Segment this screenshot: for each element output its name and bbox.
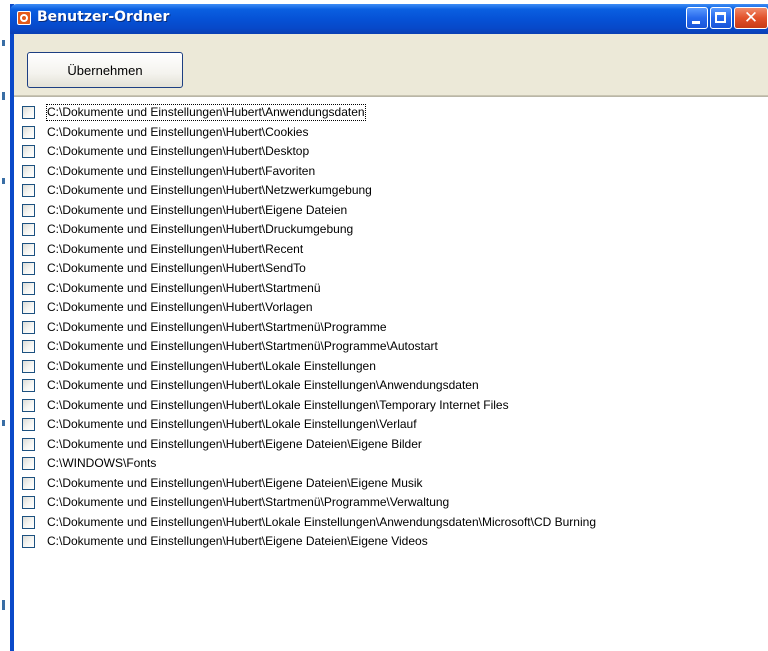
folder-checkbox[interactable] bbox=[22, 496, 35, 509]
folder-path-label: C:\Dokumente und Einstellungen\Hubert\Fa… bbox=[47, 163, 316, 178]
folder-checkbox[interactable] bbox=[22, 184, 35, 197]
folder-path-label: C:\Dokumente und Einstellungen\Hubert\Lo… bbox=[47, 397, 509, 412]
list-item[interactable]: C:\Dokumente und Einstellungen\Hubert\Ei… bbox=[14, 201, 768, 221]
list-item[interactable]: C:\Dokumente und Einstellungen\Hubert\Lo… bbox=[14, 415, 768, 435]
folder-checkbox[interactable] bbox=[22, 418, 35, 431]
desktop-edge-mark bbox=[2, 92, 5, 100]
list-item[interactable]: C:\Dokumente und Einstellungen\Hubert\Lo… bbox=[14, 513, 768, 533]
desktop-edge-mark bbox=[2, 178, 5, 184]
folder-checkbox[interactable] bbox=[22, 262, 35, 275]
folder-path-label: C:\Dokumente und Einstellungen\Hubert\St… bbox=[47, 319, 387, 334]
list-item[interactable]: C:\Dokumente und Einstellungen\Hubert\Vo… bbox=[14, 298, 768, 318]
folder-checkbox[interactable] bbox=[22, 476, 35, 490]
user-folders-window: Benutzer-Ordner ✕ Übernehmen C:\Dokument… bbox=[10, 4, 768, 651]
folder-path-label: C:\Dokumente und Einstellungen\Hubert\Co… bbox=[47, 124, 309, 139]
folder-path-label: C:\Dokumente und Einstellungen\Hubert\Ei… bbox=[47, 436, 422, 451]
folder-path-label: C:\Dokumente und Einstellungen\Hubert\Lo… bbox=[47, 417, 417, 431]
title-bar[interactable]: Benutzer-Ordner ✕ bbox=[10, 4, 768, 34]
folder-checkbox[interactable] bbox=[22, 223, 35, 236]
folder-path-label: C:\Dokumente und Einstellungen\Hubert\Re… bbox=[47, 241, 304, 256]
list-item[interactable]: C:\Dokumente und Einstellungen\Hubert\Se… bbox=[14, 259, 768, 279]
folder-checklist[interactable]: C:\Dokumente und Einstellungen\Hubert\An… bbox=[14, 96, 768, 651]
folder-checkbox[interactable] bbox=[22, 379, 35, 392]
folder-checkbox[interactable] bbox=[22, 203, 35, 217]
folder-checkbox[interactable] bbox=[22, 398, 35, 412]
folder-checkbox[interactable] bbox=[22, 515, 35, 529]
folder-path-label: C:\Dokumente und Einstellungen\Hubert\Ei… bbox=[47, 534, 428, 548]
close-button[interactable]: ✕ bbox=[734, 7, 768, 29]
desktop-edge-mark bbox=[2, 420, 5, 426]
app-icon[interactable] bbox=[17, 11, 31, 25]
folder-path-label: C:\Dokumente und Einstellungen\Hubert\Vo… bbox=[47, 300, 313, 314]
list-item[interactable]: C:\Dokumente und Einstellungen\Hubert\De… bbox=[14, 142, 768, 162]
folder-path-label: C:\Dokumente und Einstellungen\Hubert\St… bbox=[47, 495, 450, 509]
folder-path-label: C:\Dokumente und Einstellungen\Hubert\Lo… bbox=[47, 358, 376, 373]
desktop-background bbox=[0, 0, 10, 651]
list-item[interactable]: C:\WINDOWS\Fonts bbox=[14, 454, 768, 474]
folder-checkbox[interactable] bbox=[22, 281, 35, 295]
apply-button[interactable]: Übernehmen bbox=[27, 52, 183, 88]
toolbar: Übernehmen bbox=[14, 34, 768, 96]
list-item[interactable]: C:\Dokumente und Einstellungen\Hubert\St… bbox=[14, 337, 768, 357]
close-icon: ✕ bbox=[743, 8, 759, 28]
folder-checkbox[interactable] bbox=[22, 164, 35, 178]
list-item[interactable]: C:\Dokumente und Einstellungen\Hubert\Co… bbox=[14, 123, 768, 143]
list-item[interactable]: C:\Dokumente und Einstellungen\Hubert\Ne… bbox=[14, 181, 768, 201]
folder-checkbox[interactable] bbox=[22, 437, 35, 451]
folder-path-label: C:\WINDOWS\Fonts bbox=[47, 456, 157, 470]
folder-path-label: C:\Dokumente und Einstellungen\Hubert\Dr… bbox=[47, 222, 354, 236]
list-item[interactable]: C:\Dokumente und Einstellungen\Hubert\St… bbox=[14, 318, 768, 338]
minimize-icon bbox=[692, 21, 700, 24]
folder-checkbox[interactable] bbox=[22, 145, 35, 158]
list-item[interactable]: C:\Dokumente und Einstellungen\Hubert\Ei… bbox=[14, 532, 768, 552]
list-item[interactable]: C:\Dokumente und Einstellungen\Hubert\St… bbox=[14, 493, 768, 513]
folder-path-label: C:\Dokumente und Einstellungen\Hubert\Ei… bbox=[47, 202, 348, 217]
folder-checkbox[interactable] bbox=[22, 106, 35, 119]
folder-path-label: C:\Dokumente und Einstellungen\Hubert\Ne… bbox=[47, 183, 372, 197]
maximize-button[interactable] bbox=[710, 7, 732, 29]
folder-checkbox[interactable] bbox=[22, 320, 35, 334]
folder-path-label: C:\Dokumente und Einstellungen\Hubert\St… bbox=[47, 339, 438, 353]
window-title: Benutzer-Ordner bbox=[37, 9, 170, 25]
folder-checkbox[interactable] bbox=[22, 359, 35, 373]
desktop-edge-mark bbox=[2, 40, 5, 46]
list-item[interactable]: C:\Dokumente und Einstellungen\Hubert\Lo… bbox=[14, 357, 768, 377]
minimize-button[interactable] bbox=[686, 7, 708, 29]
list-item[interactable]: C:\Dokumente und Einstellungen\Hubert\Re… bbox=[14, 240, 768, 260]
list-item[interactable]: C:\Dokumente und Einstellungen\Hubert\Lo… bbox=[14, 396, 768, 416]
folder-checkbox[interactable] bbox=[22, 457, 35, 470]
folder-checkbox[interactable] bbox=[22, 125, 35, 139]
folder-path-label: C:\Dokumente und Einstellungen\Hubert\Lo… bbox=[47, 378, 479, 392]
list-item[interactable]: C:\Dokumente und Einstellungen\Hubert\St… bbox=[14, 279, 768, 299]
folder-path-label: C:\Dokumente und Einstellungen\Hubert\Ei… bbox=[47, 475, 423, 490]
folder-checkbox[interactable] bbox=[22, 242, 35, 256]
list-item[interactable]: C:\Dokumente und Einstellungen\Hubert\Ei… bbox=[14, 435, 768, 455]
list-item[interactable]: C:\Dokumente und Einstellungen\Hubert\An… bbox=[14, 103, 768, 123]
folder-checkbox[interactable] bbox=[22, 535, 35, 548]
desktop-edge-mark bbox=[2, 600, 5, 610]
folder-path-label: C:\Dokumente und Einstellungen\Hubert\Lo… bbox=[47, 514, 596, 529]
folder-checkbox[interactable] bbox=[22, 301, 35, 314]
list-item[interactable]: C:\Dokumente und Einstellungen\Hubert\Ei… bbox=[14, 474, 768, 494]
folder-checkbox[interactable] bbox=[22, 340, 35, 353]
folder-path-label: C:\Dokumente und Einstellungen\Hubert\De… bbox=[47, 144, 310, 158]
folder-path-label: C:\Dokumente und Einstellungen\Hubert\An… bbox=[46, 104, 366, 121]
maximize-icon bbox=[715, 12, 726, 23]
list-item[interactable]: C:\Dokumente und Einstellungen\Hubert\Dr… bbox=[14, 220, 768, 240]
list-item[interactable]: C:\Dokumente und Einstellungen\Hubert\Lo… bbox=[14, 376, 768, 396]
list-item[interactable]: C:\Dokumente und Einstellungen\Hubert\Fa… bbox=[14, 162, 768, 182]
folder-path-label: C:\Dokumente und Einstellungen\Hubert\Se… bbox=[47, 261, 306, 275]
folder-path-label: C:\Dokumente und Einstellungen\Hubert\St… bbox=[47, 280, 321, 295]
